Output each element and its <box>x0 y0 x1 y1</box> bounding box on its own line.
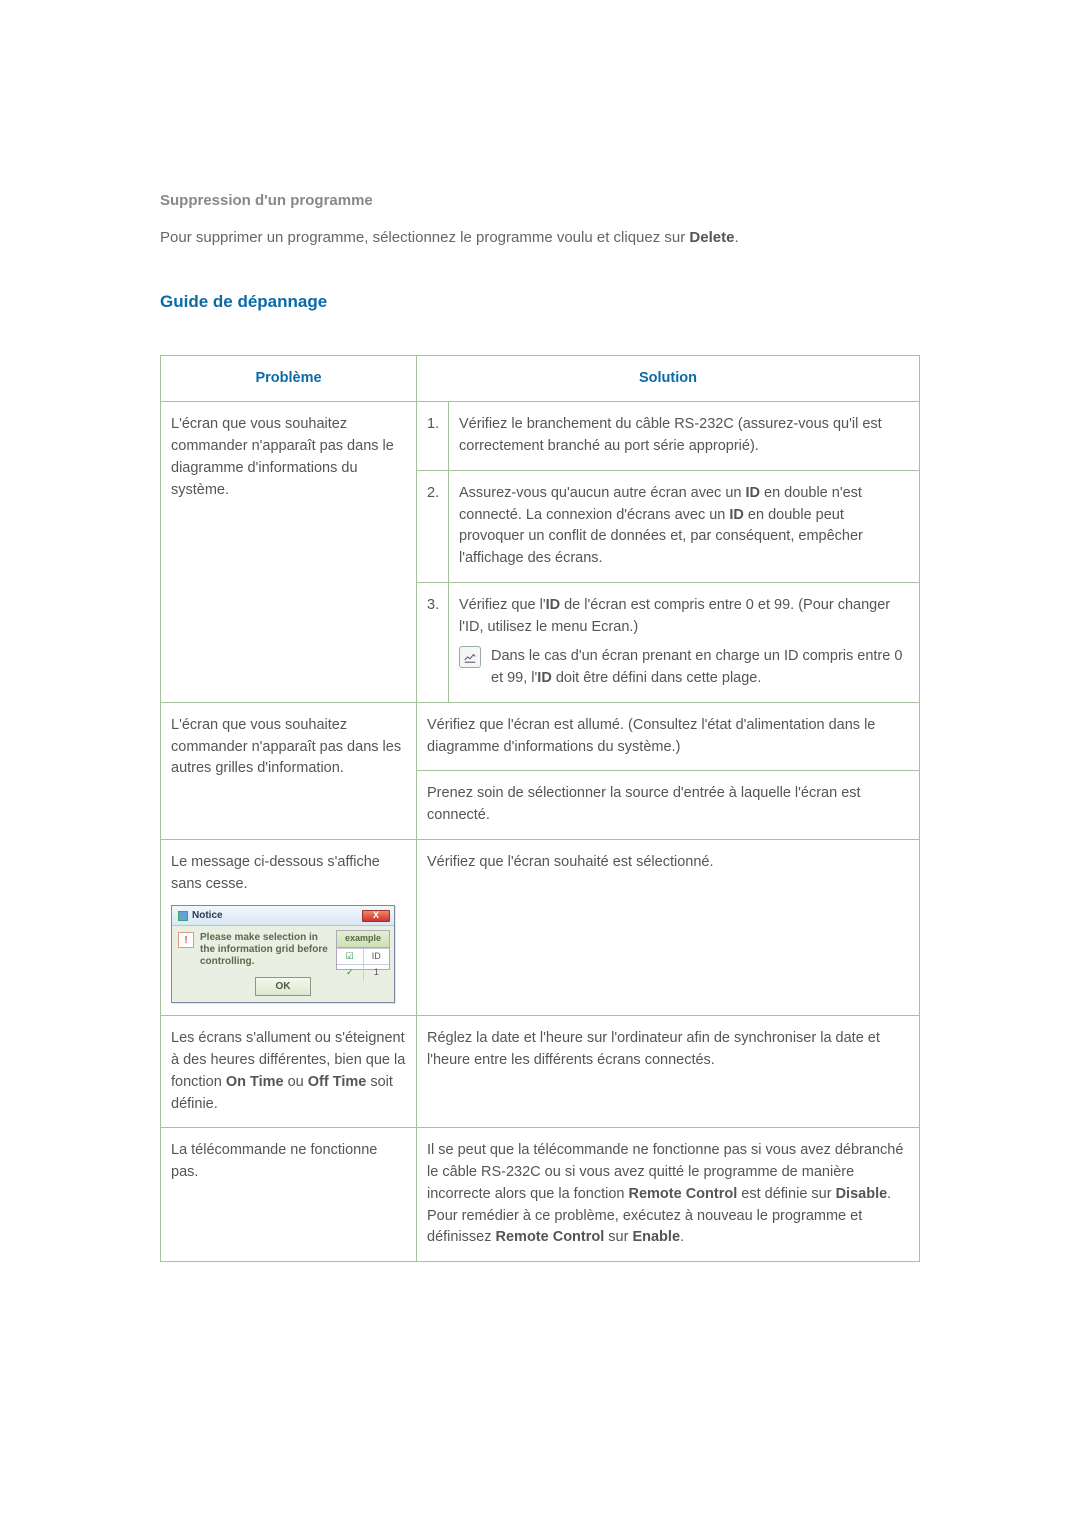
solution-cell: Prenez soin de sélectionner la source d'… <box>417 771 920 840</box>
table-row: Le message ci-dessous s'affiche sans ces… <box>161 839 920 1016</box>
problem-cell: L'écran que vous souhaitez commander n'a… <box>161 702 417 839</box>
troubleshooting-guide-heading: Guide de dépannage <box>160 289 920 315</box>
example-id-label: ID <box>364 949 390 965</box>
step-number: 3. <box>417 582 449 702</box>
solution-cell: Réglez la date et l'heure sur l'ordinate… <box>417 1016 920 1128</box>
ok-button: OK <box>255 977 311 996</box>
text: . <box>734 229 738 246</box>
troubleshooting-table: Problème Solution L'écran que vous souha… <box>160 355 920 1263</box>
text: Vérifiez que l' <box>459 597 546 613</box>
dialog-body: ! Please make selection in the informati… <box>172 926 394 974</box>
solution-cell: Vérifiez que l'ID de l'écran est compris… <box>449 582 920 702</box>
text-bold: ID <box>537 670 552 686</box>
step-number: 2. <box>417 470 449 582</box>
solution-cell: Vérifiez que l'écran est allumé. (Consul… <box>417 702 920 771</box>
note-block: Dans le cas d'un écran prenant en charge… <box>459 646 909 690</box>
dialog-app-icon <box>178 911 188 921</box>
table-row: La télécommande ne fonctionne pas. Il se… <box>161 1128 920 1262</box>
document-page: Suppression d'un programme Pour supprime… <box>0 0 1080 1362</box>
col-header-solution: Solution <box>417 355 920 402</box>
problem-cell: Les écrans s'allument ou s'éteignent à d… <box>161 1016 417 1128</box>
text: sur <box>604 1229 632 1245</box>
dialog-title-text: Notice <box>192 908 223 923</box>
text-bold: ID <box>729 507 744 523</box>
text-bold: Remote Control <box>496 1229 605 1245</box>
delete-section-text: Pour supprimer un programme, sélectionne… <box>160 227 920 250</box>
solution-cell: Assurez-vous qu'aucun autre écran avec u… <box>449 470 920 582</box>
text-bold: ID <box>746 485 761 501</box>
dialog-example-grid: example ☑ID ✓1 <box>336 930 390 970</box>
dialog-titlebar: Notice X <box>172 906 394 926</box>
table-header-row: Problème Solution <box>161 355 920 402</box>
text-bold: Off Time <box>308 1074 367 1090</box>
step-number: 1. <box>417 402 449 471</box>
problem-cell: L'écran que vous souhaitez commander n'a… <box>161 402 417 703</box>
col-header-problem: Problème <box>161 355 417 402</box>
delete-keyword: Delete <box>689 229 734 246</box>
delete-section-heading: Suppression d'un programme <box>160 190 920 213</box>
close-icon: X <box>362 910 390 922</box>
note-icon <box>459 646 481 668</box>
text: doit être défini dans cette plage. <box>552 670 762 686</box>
example-label: example <box>337 931 389 948</box>
text-bold: Enable <box>632 1229 680 1245</box>
text: . <box>680 1229 684 1245</box>
table-row: L'écran que vous souhaitez commander n'a… <box>161 402 920 471</box>
solution-cell: Vérifiez que l'écran souhaité est sélect… <box>417 839 920 1016</box>
check-icon: ☑ <box>337 949 364 965</box>
check-icon: ✓ <box>337 965 364 981</box>
notice-dialog-illustration: Notice X ! Please make selection in the … <box>171 905 395 1003</box>
text: est définie sur <box>737 1186 835 1202</box>
solution-cell: Vérifiez le branchement du câble RS-232C… <box>449 402 920 471</box>
table-row: L'écran que vous souhaitez commander n'a… <box>161 702 920 771</box>
warning-icon: ! <box>178 932 194 948</box>
text: Le message ci-dessous s'affiche sans ces… <box>171 854 380 892</box>
text: Assurez-vous qu'aucun autre écran avec u… <box>459 485 746 501</box>
text-bold: ID <box>546 597 561 613</box>
table-row: Les écrans s'allument ou s'éteignent à d… <box>161 1016 920 1128</box>
text-bold: Remote Control <box>629 1186 738 1202</box>
example-value: 1 <box>364 965 390 981</box>
note-text: Dans le cas d'un écran prenant en charge… <box>491 646 909 690</box>
problem-cell: La télécommande ne fonctionne pas. <box>161 1128 417 1262</box>
problem-cell: Le message ci-dessous s'affiche sans ces… <box>161 839 417 1016</box>
solution-cell: Il se peut que la télécommande ne foncti… <box>417 1128 920 1262</box>
text: Pour supprimer un programme, sélectionne… <box>160 229 689 246</box>
text-bold: Disable <box>836 1186 888 1202</box>
text: ou <box>284 1074 308 1090</box>
text-bold: On Time <box>226 1074 284 1090</box>
